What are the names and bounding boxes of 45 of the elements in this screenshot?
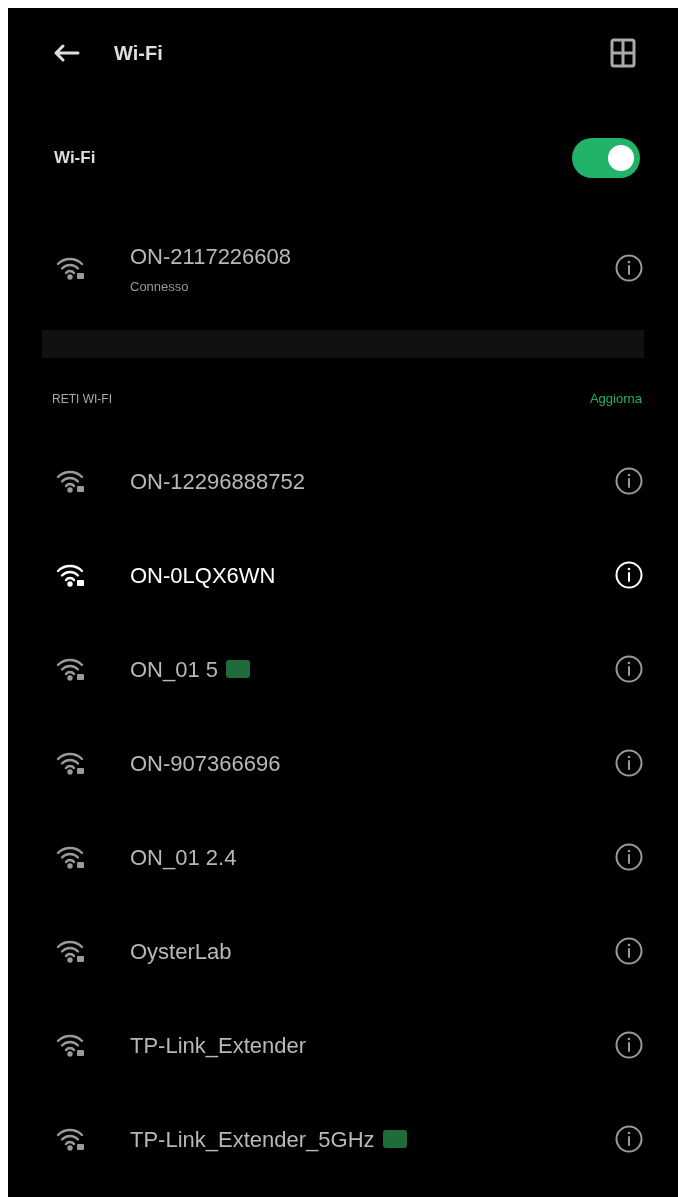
wifi-label: Wi-Fi	[54, 147, 96, 170]
network-name: ON-2117226608	[130, 242, 292, 271]
network-name: ON-907366696	[130, 749, 281, 778]
wifi-icon	[56, 1127, 86, 1151]
info-button[interactable]	[614, 253, 644, 283]
info-button[interactable]	[614, 654, 644, 684]
network-item[interactable]: TP-Link_Extender_5GHz	[8, 1092, 678, 1186]
network-item[interactable]: TP-Link_Extender	[8, 998, 678, 1092]
wifi-icon	[56, 845, 86, 869]
network-item[interactable]: ON_01 5	[8, 622, 678, 716]
wifi-icon	[56, 1033, 86, 1057]
network-item[interactable]: ON-12296888752	[8, 434, 678, 528]
network-item[interactable]: OysterLab	[8, 904, 678, 998]
info-button[interactable]	[614, 466, 644, 496]
refresh-link[interactable]: Aggiorna	[589, 389, 642, 409]
network-item[interactable]: ON-2117226608 Connesso	[8, 218, 678, 318]
network-name: OysterLab	[130, 937, 232, 966]
connection-status: Connesso	[130, 277, 190, 296]
network-badge	[226, 660, 251, 678]
info-button[interactable]	[614, 748, 644, 778]
network-name: TP-Link_Extender	[130, 1031, 307, 1060]
wifi-icon	[56, 657, 86, 681]
wifi-icon	[56, 563, 86, 587]
network-name: ON-0LQX6WN	[130, 561, 276, 590]
page-title: Wi-Fi	[114, 41, 163, 66]
network-item[interactable]: ON-907366696	[8, 716, 678, 810]
wifi-icon	[56, 256, 86, 280]
wifi-icon	[56, 751, 86, 775]
info-button[interactable]	[614, 1124, 644, 1154]
network-badge	[382, 1130, 407, 1148]
info-button[interactable]	[614, 936, 644, 966]
network-name: ON-12296888752	[130, 467, 305, 496]
wifi-icon	[56, 469, 86, 493]
network-name: TP-Link_Extender_5GHz	[130, 1125, 375, 1154]
wifi-toggle[interactable]	[572, 138, 640, 178]
network-name: ON_01 2.4	[130, 843, 237, 872]
wifi-icon	[56, 939, 86, 963]
network-item[interactable]: ON-0LQX6WN	[8, 528, 678, 622]
info-button[interactable]	[614, 1030, 644, 1060]
network-item[interactable]: ON_01 2.4	[8, 810, 678, 904]
info-button[interactable]	[614, 842, 644, 872]
network-name: ON_01 5	[130, 655, 219, 684]
section-title: RETI WI-FI	[52, 391, 112, 408]
back-button[interactable]	[52, 43, 80, 63]
scan-button[interactable]	[610, 38, 636, 68]
